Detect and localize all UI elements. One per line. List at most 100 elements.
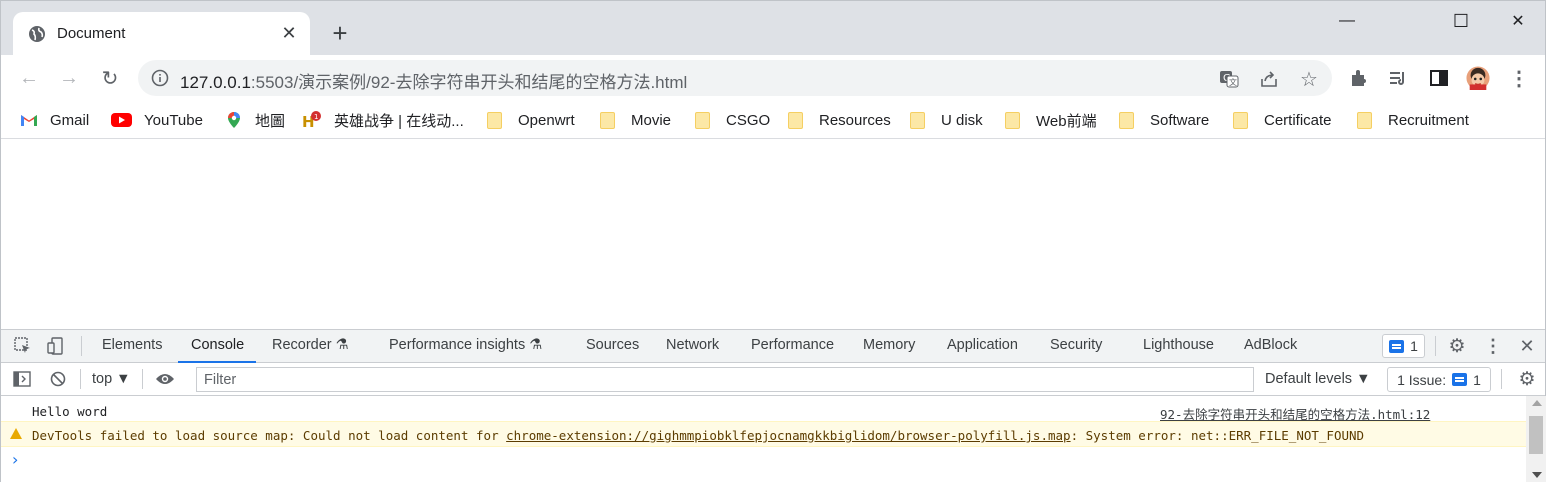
folder-icon <box>788 111 803 129</box>
profile-avatar[interactable] <box>1466 66 1490 90</box>
scroll-up-arrow-icon[interactable] <box>1532 400 1542 406</box>
translate-icon[interactable]: G文 <box>1218 68 1240 90</box>
bookmark-game[interactable]: H1 英雄战争 | 在线动... <box>302 108 464 132</box>
tab-network[interactable]: Network <box>666 337 719 353</box>
scrollbar-thumb[interactable] <box>1529 416 1543 454</box>
menu-kebab-icon[interactable]: ⋮ <box>1507 66 1531 90</box>
side-panel-icon[interactable] <box>1427 66 1451 90</box>
close-tab-icon[interactable]: ✕ <box>278 22 300 44</box>
bookmark-software[interactable]: Software <box>1119 108 1209 132</box>
bookmark-label: U disk <box>941 111 983 129</box>
close-window-button[interactable]: ✕ <box>1504 9 1532 33</box>
devtools-menu-icon[interactable]: ⋮ <box>1483 336 1503 356</box>
folder-icon <box>1119 111 1134 129</box>
warning-source-link[interactable]: chrome-extension://gighmmpiobklfepjocnam… <box>506 428 1070 443</box>
inspect-element-icon[interactable] <box>13 336 33 356</box>
bookmark-label: Gmail <box>50 111 90 129</box>
tab-recorder[interactable]: Recorder ⚗ <box>272 337 349 353</box>
issues-badge-button[interactable]: 1 <box>1382 334 1425 358</box>
bookmark-youtube[interactable]: YouTube <box>111 108 203 132</box>
folder-icon <box>695 111 710 129</box>
warning-message: DevTools failed to load source map: Coul… <box>32 428 1364 443</box>
live-expression-eye-icon[interactable] <box>155 369 175 389</box>
bookmark-label: Recruitment <box>1388 111 1469 129</box>
new-tab-button[interactable]: + <box>327 20 353 47</box>
bookmark-maps[interactable]: 地圖 <box>225 108 285 132</box>
tab-lighthouse[interactable]: Lighthouse <box>1143 337 1214 353</box>
bookmark-movie[interactable]: Movie <box>600 108 671 132</box>
bookmark-gmail[interactable]: Gmail <box>20 108 89 132</box>
settings-gear-icon[interactable]: ⚙ <box>1447 336 1467 357</box>
bookmark-recruitment[interactable]: Recruitment <box>1357 108 1469 132</box>
bookmark-label: Web前端 <box>1036 112 1097 130</box>
warning-suffix: : System error: net::ERR_FILE_NOT_FOUND <box>1070 428 1365 443</box>
sidebar-toggle-icon[interactable] <box>12 369 32 389</box>
minimize-button[interactable]: — <box>1333 9 1361 33</box>
maps-pin-icon <box>228 112 240 128</box>
url-path: :5503/演示案例/92-去除字符串开头和结尾的空格方法.html <box>250 73 688 92</box>
page-viewport <box>1 140 1545 329</box>
tab-performance-insights[interactable]: Performance insights ⚗ <box>389 337 542 353</box>
console-scrollbar[interactable] <box>1526 396 1546 482</box>
tab-strip: Document ✕ + — ☐ ✕ <box>1 1 1545 55</box>
bookmark-openwrt[interactable]: Openwrt <box>487 108 575 132</box>
maximize-button[interactable]: ☐ <box>1447 9 1475 33</box>
console-output: Hello word 92-去除字符串开头和结尾的空格方法.html:12 De… <box>1 396 1526 482</box>
back-arrow-icon[interactable]: ← <box>16 65 42 91</box>
tab-adblock[interactable]: AdBlock <box>1244 337 1297 353</box>
close-devtools-icon[interactable]: ✕ <box>1517 336 1537 356</box>
console-log-row: Hello word 92-去除字符串开头和结尾的空格方法.html:12 <box>1 398 1526 422</box>
share-icon[interactable] <box>1258 68 1280 90</box>
forward-arrow-icon[interactable]: → <box>56 65 82 91</box>
bookmark-star-icon[interactable]: ☆ <box>1298 68 1320 91</box>
device-toolbar-icon[interactable] <box>46 336 66 356</box>
address-bar[interactable]: 127.0.0.1:5503/演示案例/92-去除字符串开头和结尾的空格方法.h… <box>138 60 1332 96</box>
divider <box>80 369 81 389</box>
divider <box>1501 369 1502 389</box>
devtools-tab-bar: Elements Console Recorder ⚗ Performance … <box>1 329 1545 363</box>
context-selector[interactable]: top ▼ <box>92 371 131 387</box>
globe-icon <box>29 26 45 42</box>
url-text: 127.0.0.1:5503/演示案例/92-去除字符串开头和结尾的空格方法.h… <box>180 68 687 93</box>
folder-icon <box>600 111 615 129</box>
bookmark-label: Certificate <box>1264 111 1332 129</box>
issues-counter-button[interactable]: 1 Issue: 1 <box>1387 367 1491 392</box>
filter-input[interactable]: Filter <box>196 367 1254 392</box>
reload-icon[interactable]: ↻ <box>97 65 123 91</box>
log-levels-dropdown[interactable]: Default levels ▼ <box>1265 371 1370 387</box>
tab-sources[interactable]: Sources <box>586 337 639 353</box>
console-prompt-row[interactable]: › <box>1 447 1526 469</box>
divider <box>81 336 82 356</box>
tab-memory[interactable]: Memory <box>863 337 915 353</box>
bookmark-resources[interactable]: Resources <box>788 108 891 132</box>
issues-count: 1 <box>1410 338 1418 354</box>
site-info-icon[interactable] <box>151 69 169 87</box>
bookmark-certificate[interactable]: Certificate <box>1233 108 1332 132</box>
bookmark-csgo[interactable]: CSGO <box>695 108 770 132</box>
browser-window: Document ✕ + — ☐ ✕ ← → ↻ 127.0.0.1:5503/… <box>0 0 1546 482</box>
tab-application[interactable]: Application <box>947 337 1018 353</box>
folder-icon <box>1357 111 1372 129</box>
console-settings-gear-icon[interactable]: ⚙ <box>1517 369 1537 390</box>
reading-list-icon[interactable] <box>1386 66 1410 90</box>
bookmark-label: Software <box>1150 111 1210 129</box>
message-icon <box>1452 373 1468 386</box>
tab-console[interactable]: Console <box>191 337 244 353</box>
game-icon: H1 <box>302 111 321 129</box>
warning-triangle-icon <box>10 428 22 439</box>
tab-security[interactable]: Security <box>1050 337 1102 353</box>
bookmark-web[interactable]: Web前端 <box>1005 108 1097 132</box>
scroll-down-arrow-icon[interactable] <box>1532 472 1542 478</box>
folder-icon <box>487 111 502 129</box>
tab-performance[interactable]: Performance <box>751 337 834 353</box>
divider <box>142 369 143 389</box>
tab-document[interactable]: Document ✕ <box>13 12 310 55</box>
prompt-chevron-icon: › <box>12 450 19 469</box>
divider <box>1435 336 1436 356</box>
tab-elements[interactable]: Elements <box>102 337 162 353</box>
bookmark-udisk[interactable]: U disk <box>910 108 983 132</box>
folder-icon <box>910 111 925 129</box>
extensions-puzzle-icon[interactable] <box>1347 66 1371 90</box>
clear-console-icon[interactable] <box>48 369 68 389</box>
filter-placeholder: Filter <box>204 372 237 388</box>
